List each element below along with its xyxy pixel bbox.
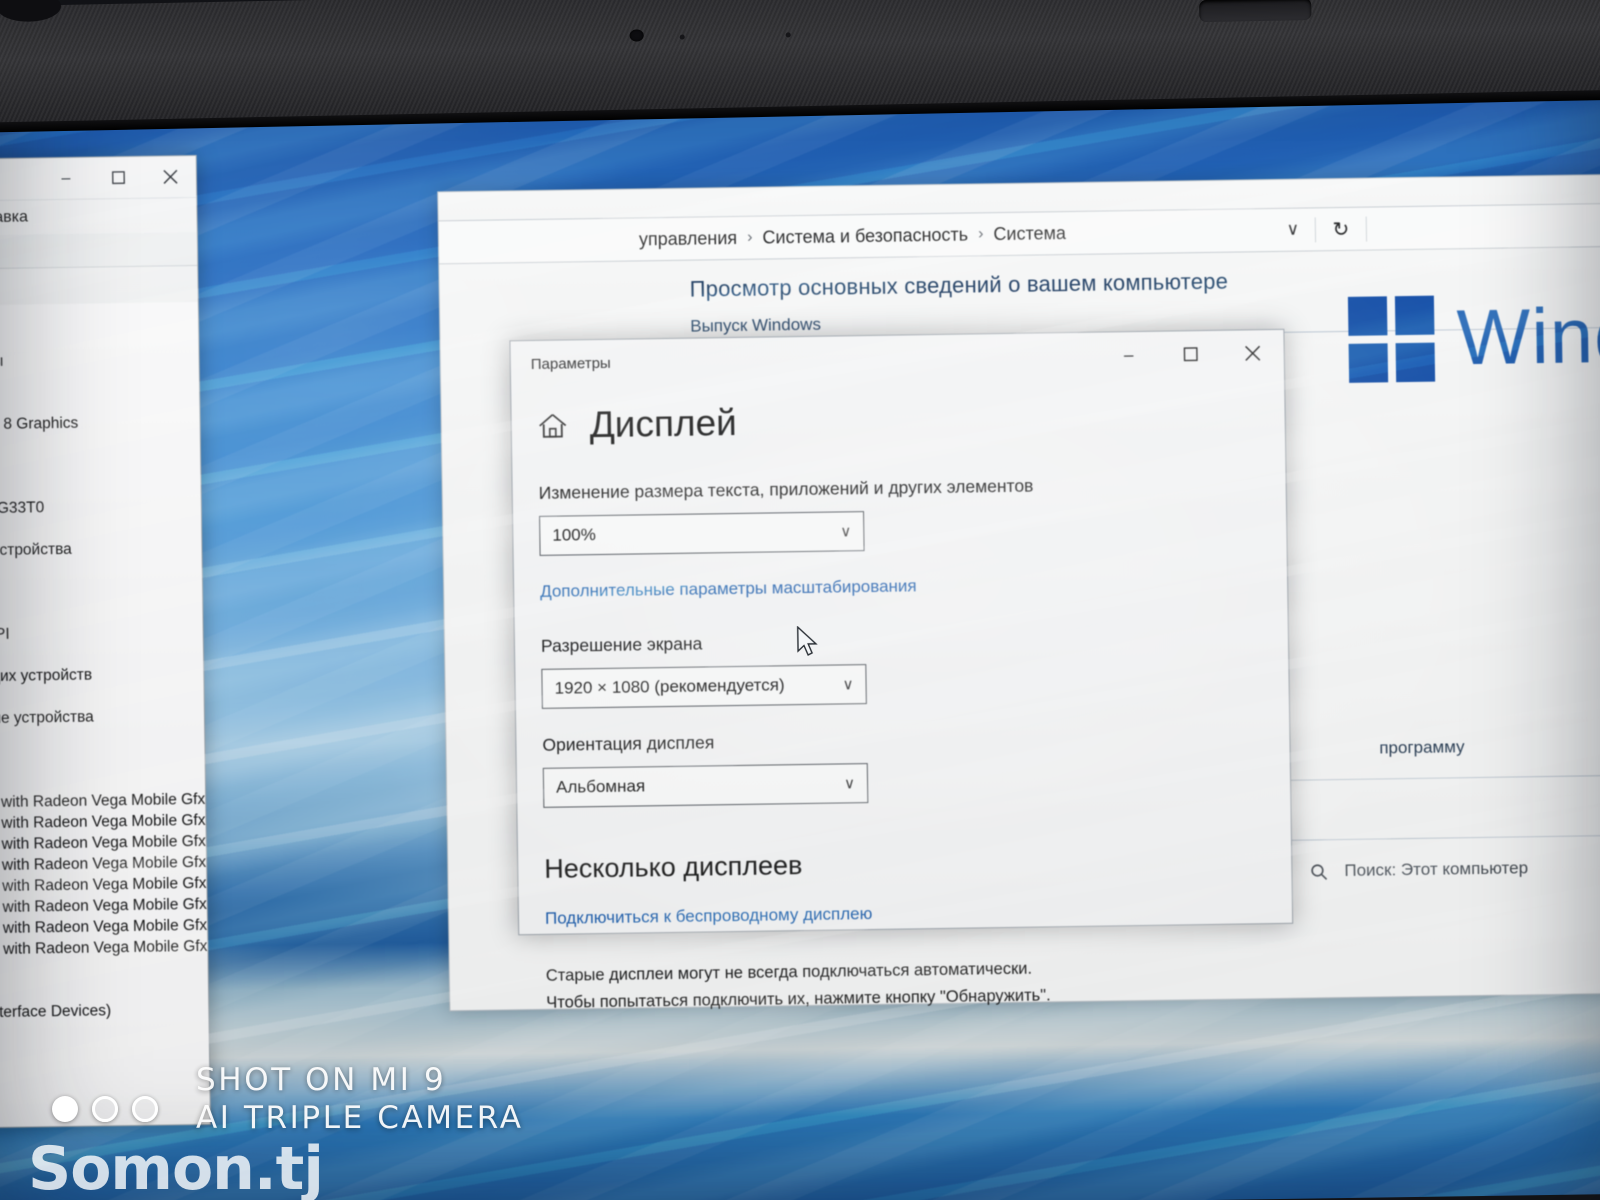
- tree-node[interactable]: ›?Устройства безопасности: [0, 1020, 209, 1048]
- close-icon: [162, 169, 178, 184]
- tree-node-label: Аудиовходы и аудиовыходы: [0, 352, 4, 372]
- advanced-scaling-link[interactable]: Дополнительные параметры масштабирования: [540, 576, 917, 602]
- tree-node-label: AMD Radeon(TM) Vega 8 Graphics: [0, 414, 79, 435]
- device-manager-title-bar[interactable]: Диспетчер устройств –: [0, 155, 197, 205]
- camera-watermark-line-1: SHOT ON MI 9: [196, 1061, 447, 1098]
- device-manager-toolbar[interactable]: ?: [0, 231, 198, 273]
- breadcrumb-item-control-panel[interactable]: управления: [639, 227, 737, 249]
- menu-item-help[interactable]: Справка: [0, 208, 28, 227]
- microphone-hole: [785, 32, 791, 38]
- close-button[interactable]: [144, 155, 197, 198]
- address-search-field[interactable]: [1367, 202, 1600, 250]
- photograph-of-laptop-screen: управления › Система и безопасность › Си…: [0, 0, 1600, 1200]
- scale-value: 100%: [552, 525, 596, 545]
- scale-label: Изменение размера текста, приложений и д…: [538, 475, 1034, 503]
- webcam-icon: [629, 29, 644, 42]
- tree-node-label: WDC WD5000LPVT-22G33T0: [0, 498, 45, 519]
- refresh-icon[interactable]: ↻: [1314, 216, 1368, 242]
- windows-brand: Wind: [1348, 290, 1600, 385]
- camera-watermark-line-2: AI TRIPLE CAMERA: [196, 1100, 524, 1137]
- resolution-dropdown[interactable]: 1920 × 1080 (рекомендуется) ∨: [541, 664, 867, 709]
- multiple-displays-note: Старые дисплеи могут не всегда подключат…: [546, 952, 1268, 1017]
- settings-title: Параметры: [530, 354, 611, 373]
- settings-page-title: Дисплей: [589, 401, 738, 446]
- wireless-display-link[interactable]: Подключиться к беспроводному дисплею: [545, 904, 873, 929]
- device-manager-window[interactable]: Диспетчер устройств –: [0, 154, 212, 1132]
- resolution-label: Разрешение экрана: [540, 633, 703, 656]
- orientation-dropdown[interactable]: Альбомная ∨: [542, 763, 869, 808]
- chevron-down-icon: ∨: [843, 775, 856, 793]
- close-button[interactable]: [1221, 330, 1284, 377]
- minimize-button[interactable]: –: [1097, 332, 1160, 379]
- mouse-cursor: [796, 625, 818, 656]
- site-watermark: Somon.tj: [28, 1134, 324, 1200]
- resolution-value: 1920 × 1080 (рекомендуется): [554, 675, 785, 698]
- orientation-value: Альбомная: [555, 776, 646, 797]
- search-icon: [1311, 863, 1328, 880]
- breadcrumb-item-system[interactable]: Система: [993, 223, 1066, 245]
- bezel-slot: [1199, 0, 1312, 23]
- program-text: программу: [1379, 737, 1465, 758]
- windows-brand-text: Wind: [1456, 290, 1600, 382]
- multiple-displays-heading: Несколько дисплеев: [544, 850, 803, 884]
- scale-dropdown[interactable]: 100% ∨: [539, 511, 865, 556]
- home-icon[interactable]: [537, 411, 567, 439]
- camera-watermark: SHOT ON MI 9 AI TRIPLE CAMERA: [196, 1061, 524, 1139]
- windows-edition-label: Выпуск Windows: [690, 314, 822, 336]
- settings-window[interactable]: Параметры – Дисплей Изменение размера те…: [509, 328, 1294, 1012]
- tree-node-label: Контроллеры IDE ATA/ATAPI: [0, 625, 10, 645]
- breadcrumb[interactable]: управления › Система и безопасность › Си…: [639, 223, 1066, 250]
- search-input[interactable]: Поиск: Этот компьютер: [1286, 843, 1600, 895]
- camera-watermark-dots-icon: [52, 1096, 158, 1122]
- chevron-down-icon: ∨: [840, 523, 852, 541]
- breadcrumb-separator-icon: ›: [746, 228, 753, 246]
- maximize-icon: [1183, 347, 1198, 362]
- laptop-screen: управления › Система и безопасность › Си…: [0, 73, 1600, 1200]
- maximize-button[interactable]: [92, 156, 145, 199]
- maximize-button[interactable]: [1159, 331, 1222, 378]
- search-placeholder-text: Поиск: Этот компьютер: [1344, 858, 1529, 881]
- breadcrumb-separator-icon: ›: [977, 225, 984, 243]
- windows-logo-icon: [1348, 295, 1436, 383]
- bezel-corner-detail: [0, 0, 62, 23]
- close-icon: [1245, 345, 1261, 361]
- breadcrumb-item-system-and-security[interactable]: Система и безопасность: [762, 224, 968, 248]
- address-bar[interactable]: управления › Система и безопасность › Си…: [438, 202, 1600, 265]
- chevron-down-icon: ∨: [842, 676, 854, 694]
- microphone-hole: [679, 34, 685, 40]
- minimize-button[interactable]: –: [40, 157, 93, 200]
- orientation-label: Ориентация дисплея: [542, 732, 715, 755]
- maximize-icon: [111, 171, 125, 185]
- chevron-down-icon[interactable]: ∨: [1271, 219, 1315, 240]
- page-title: Просмотр основных сведений о вашем компь…: [689, 268, 1229, 302]
- device-tree[interactable]: ⌄ DESKTOP-2Q8PDQR ›Bluetooth›Аудиовходы …: [0, 301, 211, 1131]
